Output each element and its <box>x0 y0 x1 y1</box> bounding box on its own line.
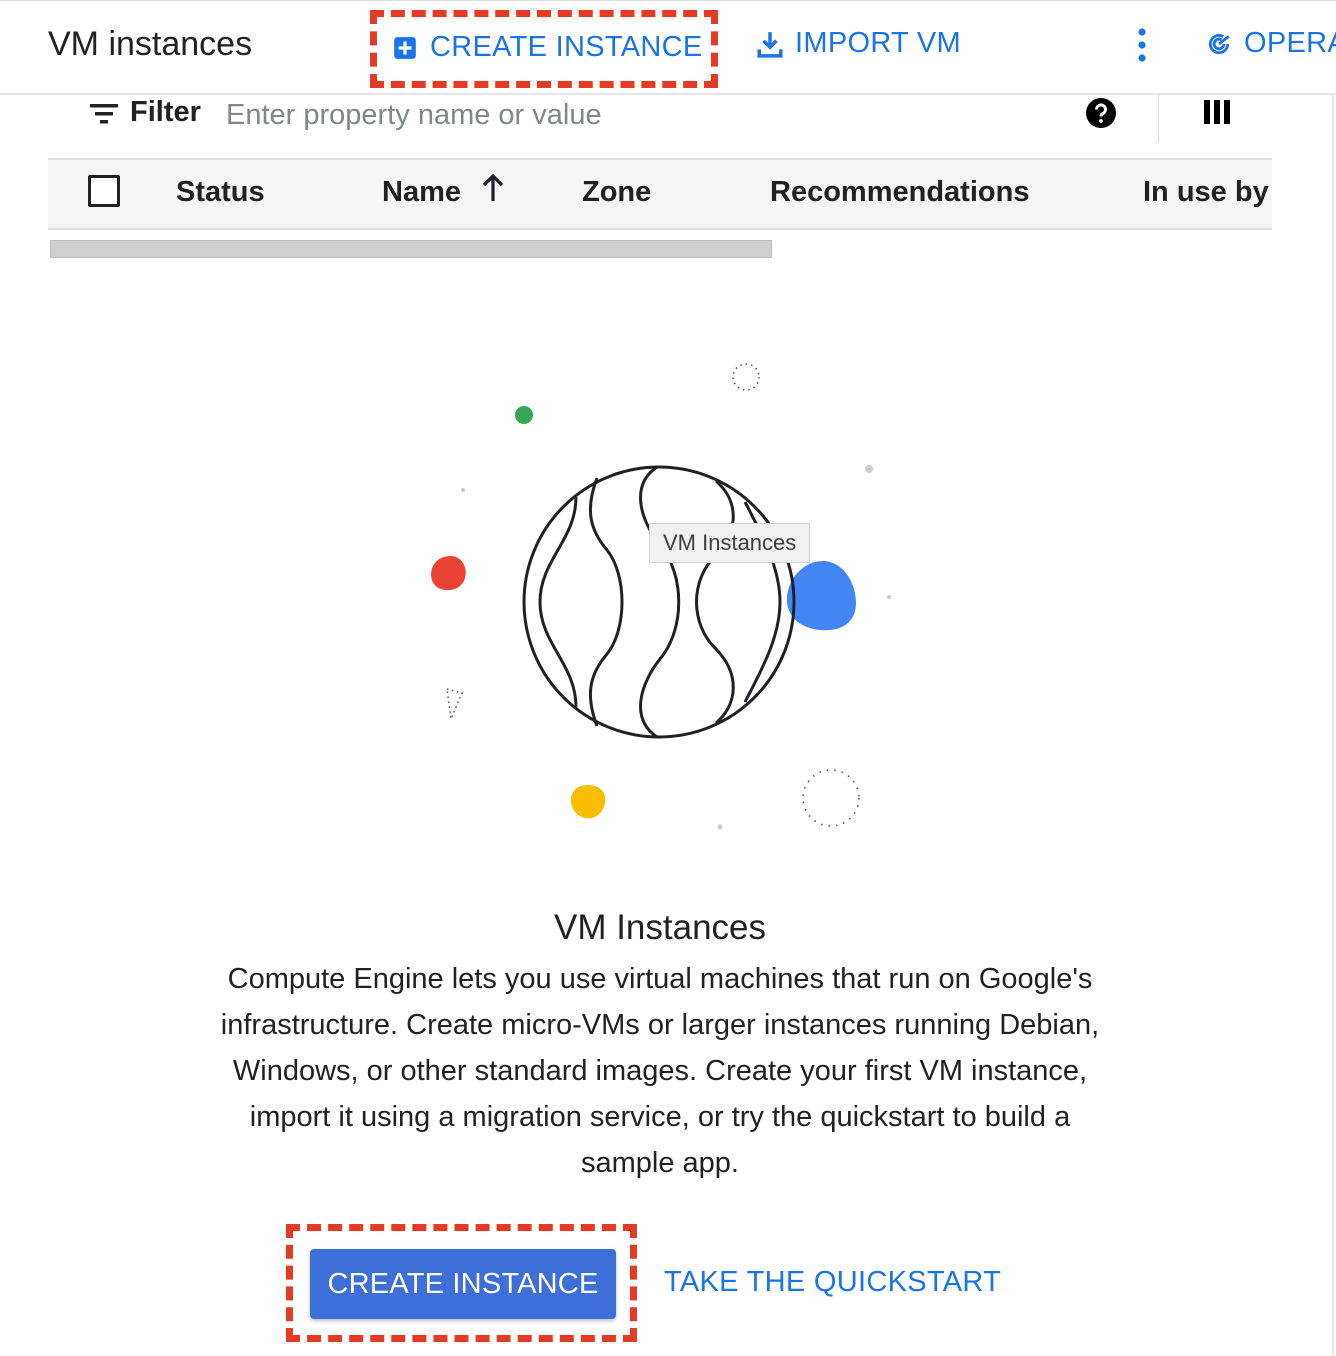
empty-state-title: VM Instances <box>553 908 767 947</box>
vm-instances-illustration <box>431 363 891 830</box>
gray-dot-decoration <box>461 488 465 492</box>
page-title: VM instances <box>48 25 253 63</box>
page-edge-divider <box>1332 94 1334 1356</box>
filter-label: Filter <box>130 96 201 128</box>
select-all-checkbox[interactable] <box>88 175 120 207</box>
column-header-name[interactable]: Name <box>382 176 461 209</box>
column-header-status[interactable]: Status <box>176 176 265 209</box>
filter-input[interactable] <box>224 94 1048 136</box>
yellow-blob-decoration <box>570 785 606 819</box>
create-instance-label: CREATE INSTANCE <box>430 31 703 63</box>
create-instance-button[interactable]: CREATE INSTANCE <box>392 31 703 64</box>
operations-icon <box>1206 31 1232 57</box>
import-vm-button[interactable]: IMPORT VM <box>757 27 961 60</box>
blue-blob-decoration <box>786 561 856 631</box>
operations-button[interactable]: OPERA <box>1206 27 1336 60</box>
toolbar-divider <box>1158 94 1159 142</box>
take-quickstart-link[interactable]: TAKE THE QUICKSTART <box>664 1266 1001 1299</box>
import-vm-label: IMPORT VM <box>795 27 961 59</box>
red-blob-decoration <box>431 555 466 591</box>
top-toolbar: VM instances CREATE INSTANCE IMPORT VM O… <box>0 0 1336 95</box>
more-options-button[interactable] <box>1128 27 1156 63</box>
column-header-in-use-by[interactable]: In use by <box>1143 176 1269 209</box>
add-box-icon <box>392 35 418 61</box>
table-header: Status Name Zone Recommendations In use … <box>48 158 1272 230</box>
column-header-recommendations[interactable]: Recommendations <box>770 176 1029 209</box>
arrow-upward-icon[interactable] <box>482 173 504 207</box>
dotted-circle-decoration <box>732 363 760 391</box>
gray-dot-decoration <box>717 824 723 830</box>
more-vert-icon <box>1138 28 1146 62</box>
gray-dot-decoration <box>887 595 891 599</box>
dotted-triangle-decoration <box>446 687 464 722</box>
horizontal-scrollbar[interactable] <box>50 240 772 258</box>
tooltip: VM Instances <box>649 523 811 563</box>
operations-label: OPERA <box>1244 27 1336 59</box>
download-icon <box>757 30 783 58</box>
globe-icon <box>522 465 796 739</box>
empty-state-description: Compute Engine lets you use virtual mach… <box>220 963 1100 1179</box>
gray-dot-decoration <box>865 465 873 473</box>
create-instance-primary-button[interactable]: CREATE INSTANCE <box>310 1249 616 1319</box>
column-display-icon[interactable] <box>1204 100 1230 129</box>
dotted-circle-decoration <box>802 769 860 827</box>
green-dot-decoration <box>515 406 533 424</box>
column-header-zone[interactable]: Zone <box>582 176 651 209</box>
filter-list-icon <box>90 103 118 130</box>
filter-bar: Filter <box>48 94 1272 158</box>
help-icon[interactable] <box>1086 98 1116 133</box>
